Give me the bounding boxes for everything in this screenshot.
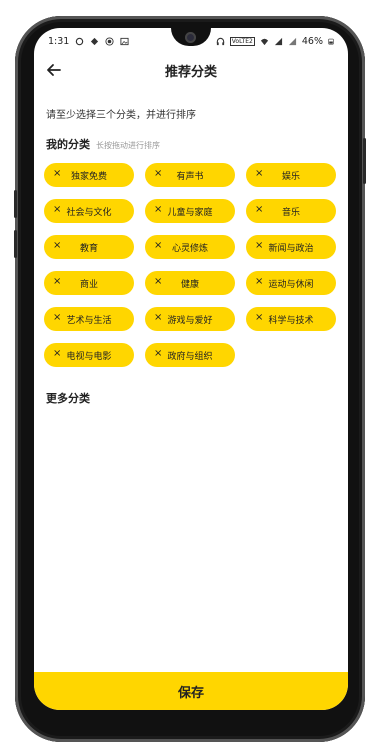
category-chip-label: 新闻与政治 <box>268 243 314 254</box>
selected-categories: × 独家免费 × 有声书 × 娱乐 × 社会与文化 × 儿童与家庭 × 音乐 × 教育 × 心灵… <box>44 163 344 367</box>
category-chip[interactable]: × 艺术与生活 <box>44 307 134 331</box>
remove-icon[interactable]: × <box>154 276 162 287</box>
volume-button <box>14 230 17 258</box>
remove-icon[interactable]: × <box>154 240 162 251</box>
app-bar: 推荐分类 <box>34 58 348 88</box>
status-time: 1:31 <box>48 36 70 47</box>
record-icon <box>105 37 114 46</box>
category-chip-label: 独家免费 <box>70 171 107 182</box>
remove-icon[interactable]: × <box>154 348 162 359</box>
more-categories-title: 更多分类 <box>46 392 90 405</box>
my-categories-header: 我的分类 长按拖动进行排序 <box>46 136 160 152</box>
category-chip-label: 教育 <box>79 243 98 254</box>
remove-icon[interactable]: × <box>154 204 162 215</box>
category-chip[interactable]: × 独家免费 <box>44 163 134 187</box>
wifi-icon <box>260 38 268 46</box>
remove-icon[interactable]: × <box>154 312 162 323</box>
my-categories-title: 我的分类 <box>46 138 90 151</box>
remove-icon[interactable]: × <box>255 312 263 323</box>
category-chip[interactable]: × 商业 <box>44 271 134 295</box>
category-chip[interactable]: × 心灵修炼 <box>145 235 235 259</box>
remove-icon[interactable]: × <box>255 168 263 179</box>
category-chip[interactable]: × 政府与组织 <box>145 343 235 367</box>
remove-icon[interactable]: × <box>53 312 61 323</box>
category-chip[interactable]: × 健康 <box>145 271 235 295</box>
category-chip-label: 有声书 <box>176 171 204 182</box>
remove-icon[interactable]: × <box>53 168 61 179</box>
category-chip-label: 政府与组织 <box>167 351 213 362</box>
remove-icon[interactable]: × <box>255 276 263 287</box>
category-chip[interactable]: × 运动与休闲 <box>246 271 336 295</box>
signal-icon <box>288 37 296 46</box>
screen: 1:31 VoLTE2 46% 推荐分类 请至少选择三个分类，并进行排序 我的分… <box>34 28 348 710</box>
category-chip-label: 娱乐 <box>281 171 300 182</box>
category-chip-label: 儿童与家庭 <box>167 207 213 218</box>
remove-icon[interactable]: × <box>53 348 61 359</box>
remove-icon[interactable]: × <box>255 240 263 251</box>
category-chip[interactable]: × 社会与文化 <box>44 199 134 223</box>
remove-icon[interactable]: × <box>255 204 263 215</box>
category-chip-label: 艺术与生活 <box>66 315 112 326</box>
category-chip-label: 运动与休闲 <box>268 279 314 290</box>
remove-icon[interactable]: × <box>53 204 61 215</box>
category-chip-label: 心灵修炼 <box>171 243 208 254</box>
power-button <box>363 138 366 184</box>
category-chip[interactable]: × 科学与技术 <box>246 307 336 331</box>
category-chip-label: 音乐 <box>281 207 300 218</box>
image-icon <box>120 37 129 46</box>
category-chip-label: 社会与文化 <box>66 207 112 218</box>
remove-icon[interactable]: × <box>53 240 61 251</box>
remove-icon[interactable]: × <box>154 168 162 179</box>
page-title: 推荐分类 <box>164 65 217 80</box>
signal-icon <box>274 37 282 46</box>
battery-icon <box>328 38 334 45</box>
category-chip[interactable]: × 儿童与家庭 <box>145 199 235 223</box>
category-chip[interactable]: × 游戏与爱好 <box>145 307 235 331</box>
volume-button <box>14 190 17 218</box>
category-chip[interactable]: × 音乐 <box>246 199 336 223</box>
save-button[interactable]: 保存 <box>34 672 348 710</box>
category-chip[interactable]: × 有声书 <box>145 163 235 187</box>
instruction-text: 请至少选择三个分类，并进行排序 <box>46 110 196 121</box>
category-chip-label: 商业 <box>79 279 98 290</box>
remove-icon[interactable]: × <box>53 276 61 287</box>
category-chip[interactable]: × 新闻与政治 <box>246 235 336 259</box>
category-chip[interactable]: × 教育 <box>44 235 134 259</box>
status-bar: 1:31 VoLTE2 46% <box>34 36 348 52</box>
my-categories-hint: 长按拖动进行排序 <box>96 141 160 150</box>
category-chip-label: 健康 <box>180 279 199 290</box>
headphones-icon <box>216 37 224 46</box>
category-chip[interactable]: × 电视与电影 <box>44 343 134 367</box>
category-chip[interactable]: × 娱乐 <box>246 163 336 187</box>
category-chip-label: 电视与电影 <box>66 351 112 362</box>
app-notification-icon <box>91 37 99 46</box>
category-chip-label: 游戏与爱好 <box>167 315 213 326</box>
battery-percent: 46% <box>301 36 323 47</box>
category-chip-label: 科学与技术 <box>268 315 314 326</box>
volte-badge: VoLTE2 <box>229 37 255 46</box>
notification-icon <box>76 37 84 46</box>
